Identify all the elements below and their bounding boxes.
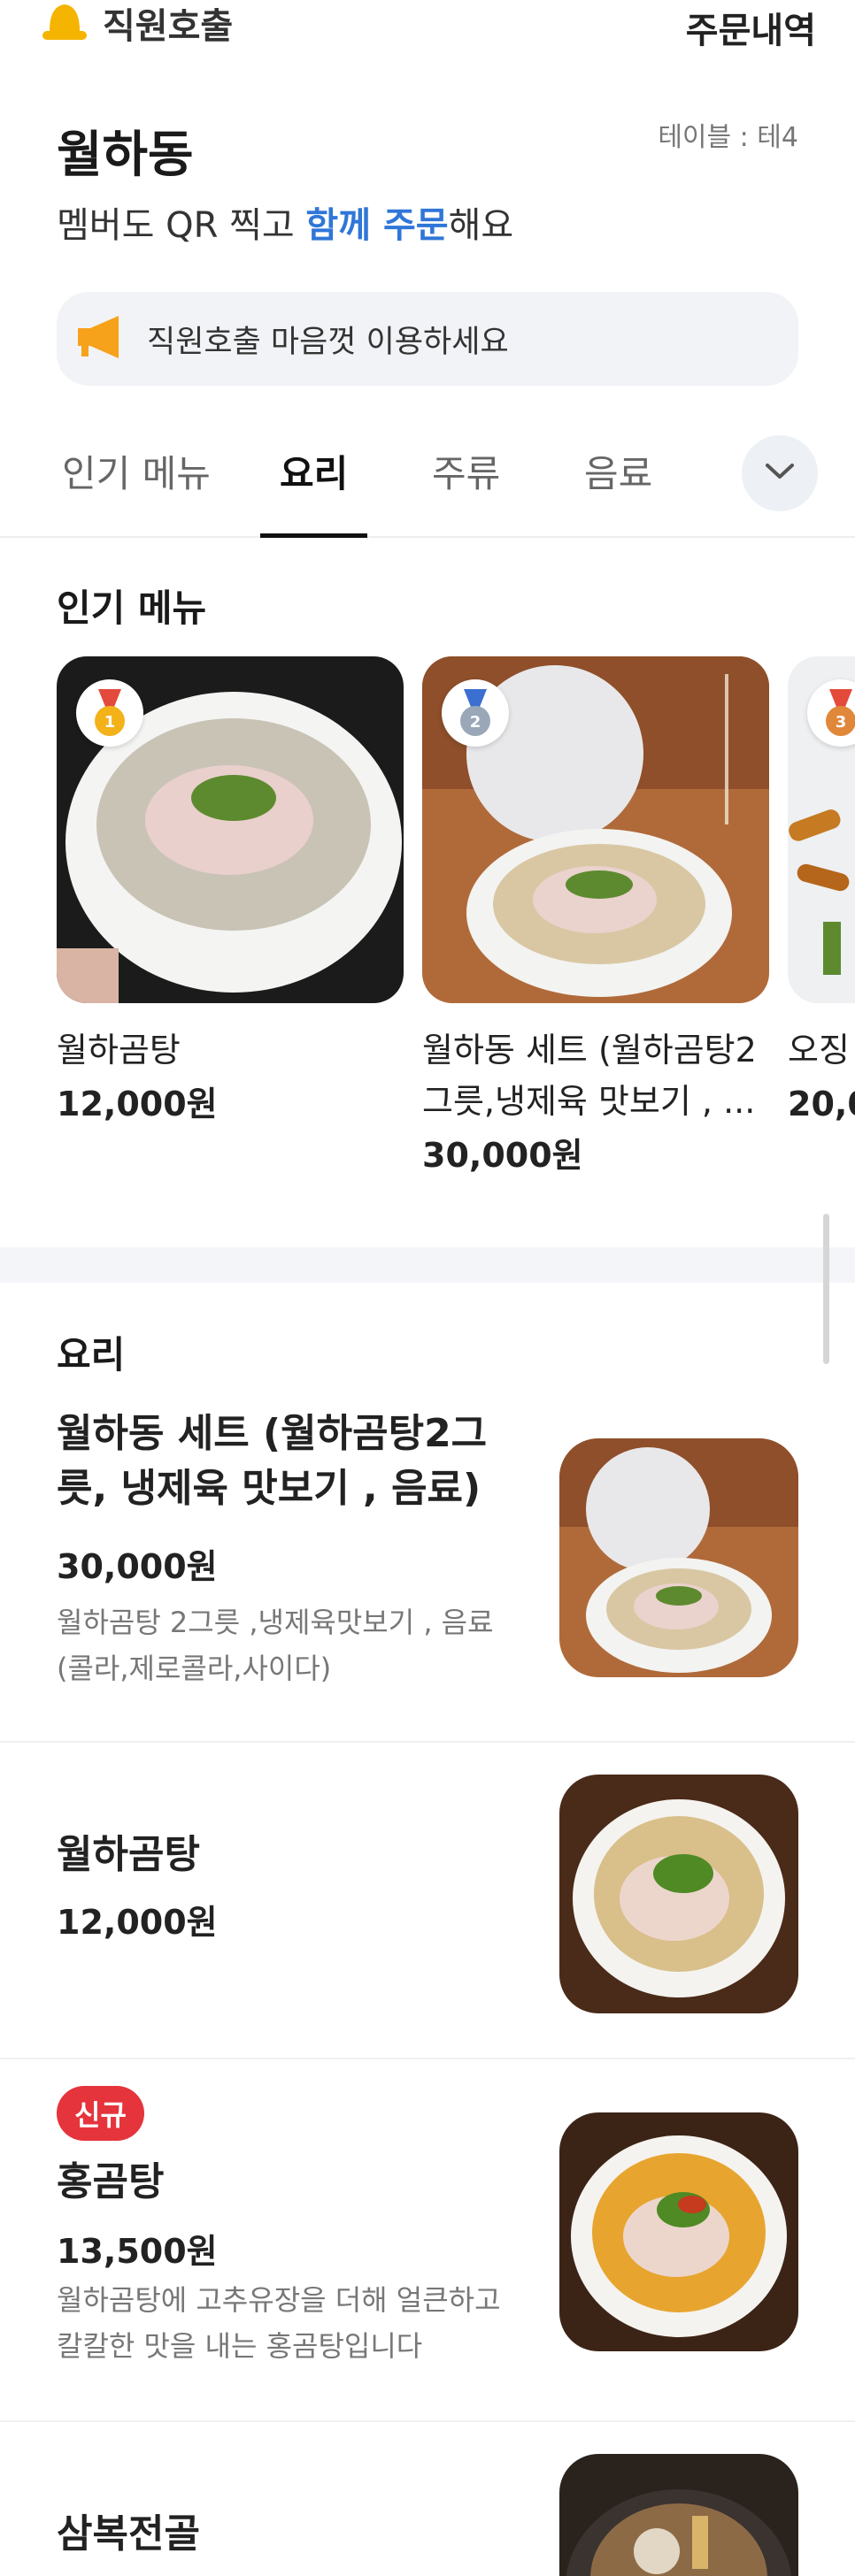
subtitle-suffix: 해요	[448, 205, 514, 246]
popular-card[interactable]: 1 월하곰탕 12,000원	[57, 656, 404, 1132]
tab-popular[interactable]: 인기 메뉴	[62, 444, 211, 538]
menu-item-price: 12,000원	[57, 1903, 218, 1942]
tab-drinks[interactable]: 음료	[584, 444, 652, 538]
bell-icon	[39, 1, 90, 45]
subtitle-prefix: 멤버도 QR 찍고	[57, 205, 306, 246]
table-number: 테이블 : 테4	[658, 122, 798, 153]
megaphone-icon	[74, 314, 127, 364]
store-subtitle: 멤버도 QR 찍고 함께 주문해요	[57, 196, 513, 248]
popular-card[interactable]: 3 오징 20,0	[788, 656, 855, 1132]
menu-item[interactable]: 신규 홍곰탕 13,500원 월하곰탕에 고추유장을 더해 얼큰하고 칼칼한 맛…	[0, 2059, 855, 2422]
popular-item-name: 월하곰탕	[57, 1031, 181, 1070]
menu-item-price: 13,500원	[57, 2232, 218, 2271]
category-tabs: 인기 메뉴 요리 주류 음료	[0, 425, 855, 538]
subtitle-highlight: 함께 주문	[305, 205, 449, 246]
menu-item-image	[559, 1775, 798, 2013]
menu-item-name: 월하곰탕	[57, 1832, 200, 1877]
menu-item-name: 월하동 세트 (월하곰탕2그릇, 냉제육 맛보기 , 음료)	[57, 1411, 488, 1511]
scrollbar[interactable]	[823, 1214, 829, 1364]
tab-dishes[interactable]: 요리	[259, 444, 368, 538]
menu-item-image	[559, 2454, 798, 2576]
order-history-button[interactable]: 주문내역	[686, 2, 816, 53]
popular-item-price: 12,000원	[57, 1085, 218, 1123]
menu-item-name: 홍곰탕	[57, 2159, 165, 2204]
menu-item[interactable]: 삼복전골	[0, 2422, 855, 2576]
gold-medal-icon: 1	[76, 679, 143, 747]
chevron-down-icon	[764, 462, 796, 485]
rank-number: 2	[470, 713, 481, 732]
popular-item-name: 월하동 세트 (월하곰탕2그릇,냉제육 맛보기 , ...	[422, 1031, 757, 1121]
staff-call-notice[interactable]: 직원호출 마음껏 이용하세요	[57, 292, 798, 386]
menu-item-name: 삼복전골	[57, 2511, 200, 2557]
popular-card[interactable]: 2 월하동 세트 (월하곰탕2그릇,냉제육 맛보기 , ... 30,000원	[422, 656, 769, 1184]
popular-card-image: 2	[422, 656, 769, 1003]
staff-call-label: 직원호출	[103, 6, 234, 47]
menu-item[interactable]: 월하곰탕 12,000원	[0, 1743, 855, 2059]
menu-section-title: 요리	[57, 1333, 126, 1376]
popular-card-image: 1	[57, 656, 404, 1003]
menu-item-image	[559, 2112, 798, 2351]
menu-item-price: 30,000원	[57, 1547, 218, 1586]
tab-liquor[interactable]: 주류	[432, 444, 500, 538]
top-bar: 직원호출 주문내역	[0, 0, 855, 53]
menu-item[interactable]: 월하동 세트 (월하곰탕2그릇, 냉제육 맛보기 , 음료) 30,000원 월…	[0, 1407, 855, 1743]
staff-call-button[interactable]: 직원호출	[39, 0, 234, 47]
notice-text: 직원호출 마음껏 이용하세요	[147, 324, 509, 360]
popular-item-price: 30,000원	[422, 1136, 583, 1175]
silver-medal-icon: 2	[442, 679, 509, 747]
popular-section-title: 인기 메뉴	[57, 586, 207, 630]
menu-item-description: 월하곰탕 2그릇 ,냉제육맛보기 , 음료 (콜라,제로콜라,사이다)	[57, 1606, 494, 1685]
popular-card-image: 3	[788, 656, 855, 1003]
new-badge: 신규	[57, 2086, 144, 2141]
rank-number: 1	[104, 713, 116, 732]
menu-item-image	[559, 1438, 798, 1677]
menu-item-description: 월하곰탕에 고추유장을 더해 얼큰하고 칼칼한 맛을 내는 홍곰탕입니다	[57, 2283, 501, 2363]
section-divider	[0, 1247, 855, 1283]
store-name: 월하동	[57, 126, 194, 184]
popular-item-name: 오징	[788, 1031, 850, 1070]
popular-item-price: 20,0	[788, 1085, 855, 1123]
more-categories-button[interactable]	[742, 435, 818, 511]
rank-number: 3	[836, 713, 847, 732]
